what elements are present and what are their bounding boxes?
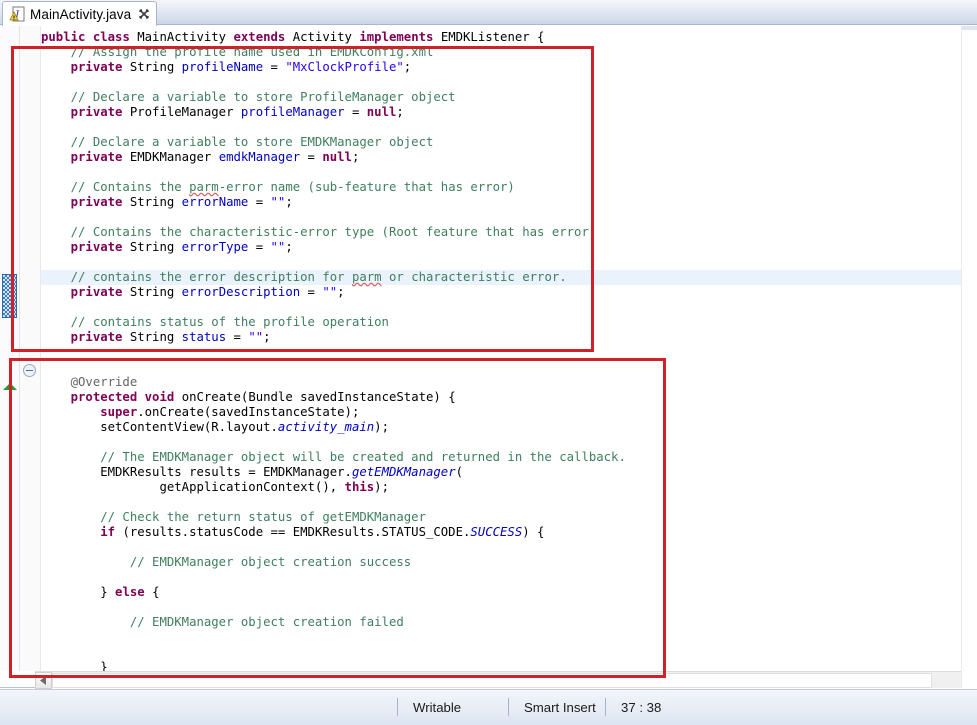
code-line: // EMDKManager object creation failed	[41, 615, 961, 630]
code-canvas[interactable]: public class MainActivity extends Activi…	[41, 26, 961, 671]
code-line: // Contains the characteristic-error typ…	[41, 225, 961, 240]
code-line: private ProfileManager profileManager = …	[41, 105, 961, 120]
source-code-text: public class MainActivity extends Activi…	[41, 30, 961, 671]
status-writable: Writable	[398, 694, 508, 720]
java-file-warning-icon: J	[9, 6, 25, 22]
scroll-left-button[interactable]	[35, 672, 52, 689]
close-icon[interactable]	[138, 8, 150, 20]
code-line: // Check the return status of getEMDKMan…	[41, 510, 961, 525]
code-line: // Declare a variable to store EMDKManag…	[41, 135, 961, 150]
code-line: @Override	[41, 375, 961, 390]
code-line	[41, 210, 961, 225]
code-line	[41, 120, 961, 135]
eclipse-java-editor-window: J MainActivity.java p	[0, 0, 977, 725]
code-line: // Declare a variable to store ProfileMa…	[41, 90, 961, 105]
horizontal-scroll-thumb[interactable]	[52, 673, 932, 688]
code-line: // The EMDKManager object will be create…	[41, 450, 961, 465]
code-line	[41, 495, 961, 510]
code-line: private String errorType = "";	[41, 240, 961, 255]
code-line: public class MainActivity extends Activi…	[41, 30, 961, 45]
code-line: protected void onCreate(Bundle savedInst…	[41, 390, 961, 405]
code-line: }	[41, 660, 961, 671]
annotation-overview-ruler[interactable]	[0, 26, 20, 671]
occurrence-marker[interactable]	[2, 274, 17, 318]
code-line: EMDKResults results = EMDKManager.getEMD…	[41, 465, 961, 480]
code-line: private EMDKManager emdkManager = null;	[41, 150, 961, 165]
code-line: // EMDKManager object creation success	[41, 555, 961, 570]
up-arrow-icon[interactable]	[3, 383, 17, 390]
tab-mainactivity-java[interactable]: J MainActivity.java	[2, 1, 157, 26]
code-line	[41, 540, 961, 555]
code-line	[41, 570, 961, 585]
code-line: // Contains the parm-error name (sub-fea…	[41, 180, 961, 195]
folding-gutter[interactable]	[20, 26, 41, 671]
code-line: if (results.statusCode == EMDKResults.ST…	[41, 525, 961, 540]
code-line	[41, 630, 961, 645]
status-cursor-position: 37 : 38	[606, 694, 686, 720]
code-line	[41, 300, 961, 315]
code-line	[41, 75, 961, 90]
status-insert-mode: Smart Insert	[509, 694, 605, 720]
tab-label: MainActivity.java	[30, 7, 131, 22]
code-line: } else {	[41, 585, 961, 600]
horizontal-scrollbar[interactable]	[35, 671, 961, 688]
code-editor-area[interactable]: public class MainActivity extends Activi…	[0, 26, 977, 688]
code-line: setContentView(R.layout.activity_main);	[41, 420, 961, 435]
code-line: private String errorName = "";	[41, 195, 961, 210]
editor-tab-bar: J MainActivity.java	[0, 0, 977, 26]
code-line: // Assign the profile name used in EMDKC…	[41, 45, 961, 60]
code-line	[41, 255, 961, 270]
code-line	[41, 600, 961, 615]
vertical-scroll-track-top	[962, 26, 977, 30]
code-line: private String profileName = "MxClockPro…	[41, 60, 961, 75]
collapse-minus-icon[interactable]	[23, 364, 36, 377]
code-line: // contains status of the profile operat…	[41, 315, 961, 330]
code-line: super.onCreate(savedInstanceState);	[41, 405, 961, 420]
code-line: // contains the error description for pa…	[41, 270, 961, 285]
code-line	[41, 645, 961, 660]
code-line	[41, 345, 961, 360]
code-line	[41, 360, 961, 375]
code-line: private String errorDescription = "";	[41, 285, 961, 300]
code-line	[41, 435, 961, 450]
status-bar: Writable Smart Insert 37 : 38 282M of 67…	[0, 689, 977, 725]
code-line: private String status = "";	[41, 330, 961, 345]
vertical-scrollbar[interactable]	[961, 26, 977, 688]
code-line: getApplicationContext(), this);	[41, 480, 961, 495]
code-line	[41, 165, 961, 180]
